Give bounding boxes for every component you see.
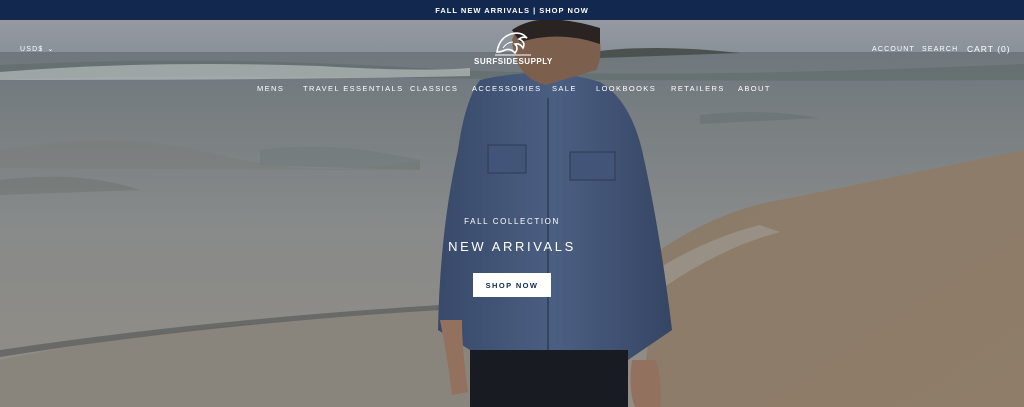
hero-background-image	[0, 20, 1024, 407]
main-nav: MENS TRAVEL ESSENTIALS CLASSICS ACCESSOR…	[0, 84, 1024, 96]
cart-link[interactable]: CART (0)	[967, 44, 1011, 54]
currency-selector[interactable]: USD$ ⌄	[20, 45, 55, 54]
nav-item-travel-essentials[interactable]: TRAVEL ESSENTIALS	[303, 84, 404, 93]
hero-headline: NEW ARRIVALS	[448, 239, 576, 254]
nav-item-retailers[interactable]: RETAILERS	[671, 84, 725, 93]
account-link[interactable]: ACCOUNT	[872, 46, 915, 53]
nav-item-accessories[interactable]: ACCESSORIES	[472, 84, 542, 93]
nav-item-lookbooks[interactable]: LOOKBOOKS	[596, 84, 656, 93]
announcement-bar[interactable]: FALL NEW ARRIVALS | SHOP NOW	[0, 0, 1024, 20]
hero-banner: USD$ ⌄ SURFSIDESUPPLY ACCOUNT SEARCH CAR…	[0, 20, 1024, 407]
brand-logo[interactable]: SURFSIDESUPPLY	[474, 28, 552, 66]
shop-now-button[interactable]: SHOP NOW	[473, 273, 551, 297]
nav-item-mens[interactable]: MENS	[257, 84, 284, 93]
currency-label: USD$	[20, 45, 44, 53]
wave-logo-icon	[495, 32, 531, 56]
search-link[interactable]: SEARCH	[922, 46, 958, 53]
logo-wordmark: SURFSIDESUPPLY	[474, 57, 553, 66]
chevron-down-icon: ⌄	[47, 46, 55, 53]
nav-item-sale[interactable]: SALE	[552, 84, 577, 93]
hero-eyebrow: FALL COLLECTION	[464, 217, 560, 226]
nav-item-about[interactable]: ABOUT	[738, 84, 771, 93]
announcement-text[interactable]: FALL NEW ARRIVALS | SHOP NOW	[435, 6, 589, 15]
nav-item-classics[interactable]: CLASSICS	[410, 84, 458, 93]
